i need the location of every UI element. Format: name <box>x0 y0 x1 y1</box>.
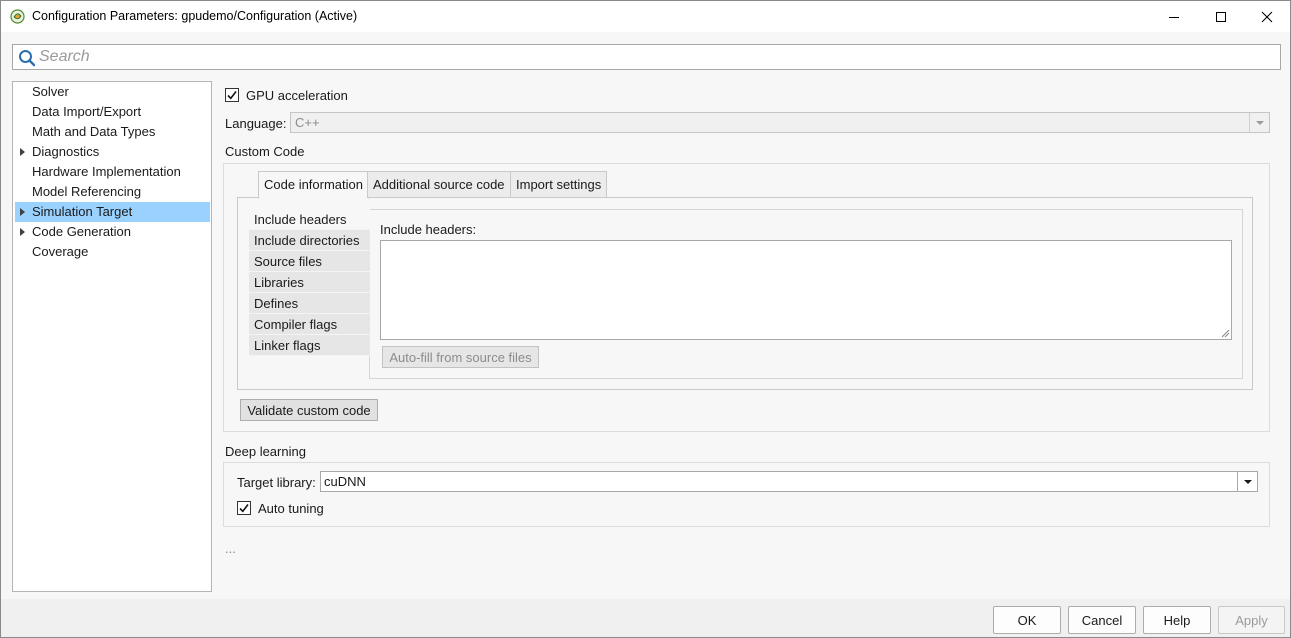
language-dropdown[interactable]: C++ <box>290 112 1270 133</box>
tab-import-settings[interactable]: Import settings <box>510 171 608 198</box>
tree-item-code-generation[interactable]: Code Generation <box>15 222 210 242</box>
expand-arrow-icon[interactable] <box>20 148 25 156</box>
target-library-dropdown[interactable]: cuDNN <box>320 471 1258 492</box>
apply-button[interactable]: Apply <box>1218 606 1285 634</box>
list-item-defines[interactable]: Defines <box>249 293 370 314</box>
target-library-value: cuDNN <box>324 474 366 489</box>
ok-button[interactable]: OK <box>993 606 1061 634</box>
language-value: C++ <box>295 115 320 130</box>
autofill-button[interactable]: Auto-fill from source files <box>382 346 539 368</box>
list-item-libraries[interactable]: Libraries <box>249 272 370 293</box>
tree-item-math-and-data-types[interactable]: Math and Data Types <box>15 122 210 142</box>
window-title: Configuration Parameters: gpudemo/Config… <box>32 9 358 23</box>
target-library-label: Target library: <box>237 475 316 490</box>
validate-custom-code-button[interactable]: Validate custom code <box>240 399 378 421</box>
tree-item-label: Model Referencing <box>32 184 142 199</box>
more-parameters-ellipsis[interactable]: ... <box>225 541 236 556</box>
chevron-down-icon[interactable] <box>1237 472 1257 491</box>
tree-item-label: Data Import/Export <box>32 104 142 119</box>
category-tree[interactable]: Solver Data Import/Export Math and Data … <box>12 81 212 592</box>
tree-item-simulation-target[interactable]: Simulation Target <box>15 202 210 222</box>
tree-item-label: Coverage <box>32 244 89 259</box>
include-headers-textarea[interactable] <box>380 240 1232 340</box>
simulink-app-icon <box>10 9 25 24</box>
gpu-acceleration-label: GPU acceleration <box>246 88 348 103</box>
search-box[interactable] <box>12 44 1281 70</box>
include-headers-label: Include headers: <box>380 222 477 237</box>
minimize-button[interactable] <box>1151 1 1197 32</box>
cancel-button[interactable]: Cancel <box>1068 606 1136 634</box>
checkmark-icon <box>227 91 237 100</box>
tab-additional-source-code[interactable]: Additional source code <box>367 171 511 198</box>
tree-item-label: Hardware Implementation <box>32 164 181 179</box>
list-item-source-files[interactable]: Source files <box>249 251 370 272</box>
tree-item-label: Code Generation <box>32 224 132 239</box>
tree-item-coverage[interactable]: Coverage <box>15 242 210 262</box>
tree-item-label: Solver <box>32 84 69 99</box>
minimize-icon <box>1169 16 1179 18</box>
tree-item-label: Diagnostics <box>32 144 100 159</box>
configuration-dialog: Configuration Parameters: gpudemo/Config… <box>0 0 1291 638</box>
language-label: Language: <box>225 116 287 131</box>
auto-tuning-checkbox[interactable] <box>237 501 251 515</box>
list-item-include-directories[interactable]: Include directories <box>249 230 370 251</box>
expand-arrow-icon[interactable] <box>20 208 25 216</box>
maximize-icon <box>1216 11 1226 22</box>
tree-item-hardware-implementation[interactable]: Hardware Implementation <box>15 162 210 182</box>
tree-item-diagnostics[interactable]: Diagnostics <box>15 142 210 162</box>
maximize-button[interactable] <box>1198 1 1244 32</box>
list-item-linker-flags[interactable]: Linker flags <box>249 335 370 356</box>
close-icon <box>1261 11 1273 22</box>
chevron-down-icon[interactable] <box>1249 113 1269 132</box>
list-item-compiler-flags[interactable]: Compiler flags <box>249 314 370 335</box>
list-item-include-headers[interactable]: Include headers <box>249 209 370 230</box>
title-bar: Configuration Parameters: gpudemo/Config… <box>1 1 1290 32</box>
search-icon <box>18 49 36 67</box>
tree-item-solver[interactable]: Solver <box>15 82 210 102</box>
search-input[interactable] <box>39 47 1269 67</box>
close-button[interactable] <box>1244 1 1290 32</box>
tree-item-model-referencing[interactable]: Model Referencing <box>15 182 210 202</box>
tree-item-label: Math and Data Types <box>32 124 156 139</box>
gpu-acceleration-checkbox[interactable] <box>225 88 239 102</box>
checkmark-icon <box>239 504 249 513</box>
expand-arrow-icon[interactable] <box>20 228 25 236</box>
resize-grip-icon <box>1221 329 1230 338</box>
help-button[interactable]: Help <box>1143 606 1211 634</box>
tree-item-data-import-export[interactable]: Data Import/Export <box>15 102 210 122</box>
custom-code-heading: Custom Code <box>225 144 305 159</box>
deep-learning-heading: Deep learning <box>225 444 306 459</box>
auto-tuning-label: Auto tuning <box>258 501 324 516</box>
tab-code-information[interactable]: Code information <box>258 171 369 199</box>
tree-item-label: Simulation Target <box>32 204 133 219</box>
